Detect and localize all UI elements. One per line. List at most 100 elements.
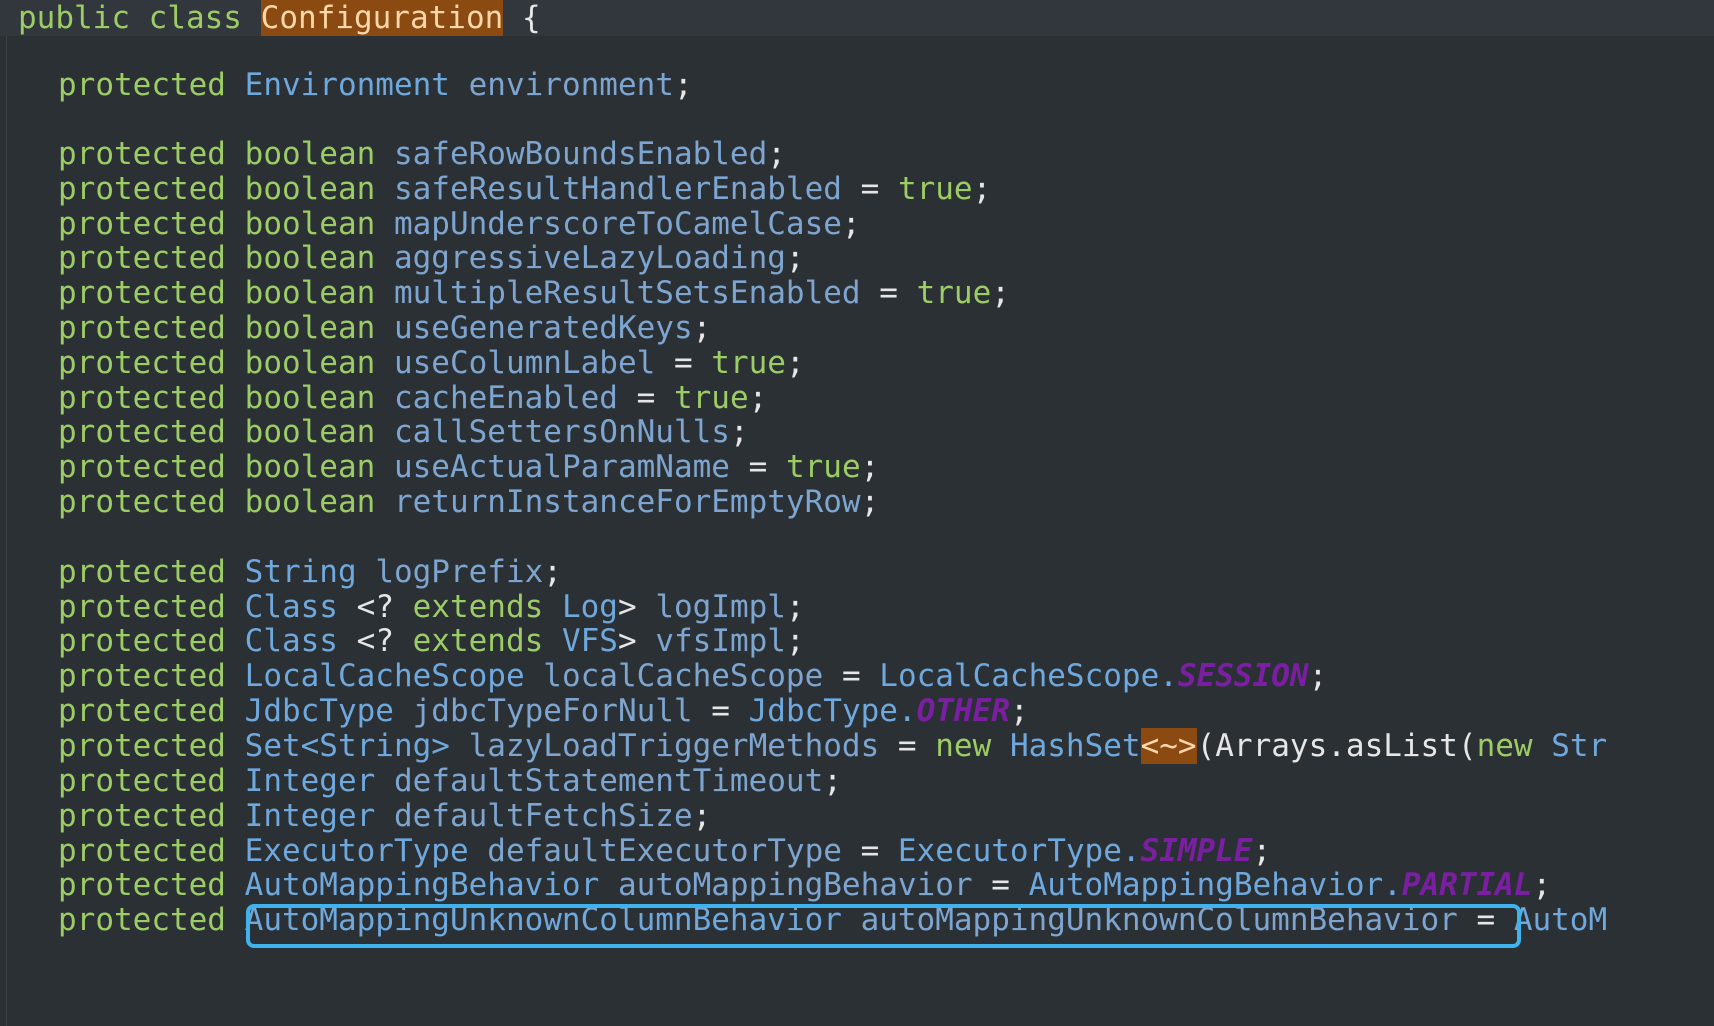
- keyword-protected: protected: [58, 833, 226, 869]
- type-name[interactable]: Environment: [245, 67, 450, 103]
- code-line-boolean-field[interactable]: protected boolean returnInstanceForEmpty…: [58, 483, 879, 521]
- field-name[interactable]: lazyLoadTriggerMethods: [469, 728, 880, 764]
- field-name[interactable]: safeRowBoundsEnabled: [394, 136, 767, 172]
- field-name[interactable]: returnInstanceForEmptyRow: [394, 484, 861, 520]
- keyword-boolean: boolean: [244, 345, 376, 381]
- code-line-boolean-field[interactable]: protected boolean safeRowBoundsEnabled;: [58, 135, 786, 173]
- semicolon: ;: [860, 449, 880, 485]
- qualifier[interactable]: ExecutorType.: [898, 833, 1141, 869]
- keyword-boolean: boolean: [244, 414, 376, 450]
- semicolon: ;: [785, 589, 805, 625]
- keyword-protected: protected: [58, 275, 226, 311]
- field-name[interactable]: cacheEnabled: [394, 380, 618, 416]
- type-name[interactable]: Set<String>: [245, 728, 450, 764]
- assign-operator: =: [879, 275, 898, 311]
- type-name[interactable]: AutoMappingBehavior: [245, 867, 600, 903]
- keyword-protected: protected: [58, 171, 226, 207]
- generic-close: >: [617, 623, 637, 659]
- keyword-protected: protected: [58, 867, 226, 903]
- field-name[interactable]: defaultExecutorType: [487, 833, 842, 869]
- keyword-protected: protected: [58, 658, 226, 694]
- enum-constant[interactable]: OTHER: [917, 693, 1010, 729]
- semicolon: ;: [991, 275, 1010, 311]
- keyword-protected: protected: [58, 484, 226, 520]
- field-name[interactable]: defaultStatementTimeout: [394, 763, 823, 799]
- field-name[interactable]: useColumnLabel: [394, 345, 655, 381]
- class-name[interactable]: Configuration: [260, 0, 504, 36]
- code-line-boolean-field[interactable]: protected boolean useActualParamName = t…: [58, 448, 879, 486]
- field-name[interactable]: mapUnderscoreToCamelCase: [394, 206, 842, 242]
- field-name[interactable]: jdbcTypeForNull: [413, 693, 693, 729]
- field-name[interactable]: safeResultHandlerEnabled: [394, 171, 842, 207]
- code-line-vfsimpl[interactable]: protected Class <? extends VFS> vfsImpl;: [58, 622, 805, 660]
- semicolon: ;: [692, 798, 712, 834]
- type-name[interactable]: JdbcType: [245, 693, 394, 729]
- keyword-boolean: boolean: [244, 449, 376, 485]
- code-line-boolean-field[interactable]: protected boolean useColumnLabel = true;: [58, 344, 805, 382]
- semicolon: ;: [692, 310, 712, 346]
- field-name[interactable]: logPrefix: [375, 554, 543, 590]
- code-line-lazyloadtriggermethods[interactable]: protected Set<String> lazyLoadTriggerMet…: [58, 727, 1607, 765]
- type-bound[interactable]: VFS: [562, 623, 618, 659]
- code-line-jdbctypefornull[interactable]: protected JdbcType jdbcTypeForNull = Jdb…: [58, 692, 1029, 730]
- field-name[interactable]: environment: [469, 67, 674, 103]
- code-line-boolean-field[interactable]: protected boolean cacheEnabled = true;: [58, 379, 767, 417]
- assign-operator: =: [897, 728, 917, 764]
- code-line-defaultfetchsize[interactable]: protected Integer defaultFetchSize;: [58, 797, 711, 835]
- type-name[interactable]: Integer: [245, 798, 376, 834]
- field-name[interactable]: autoMappingBehavior: [618, 867, 973, 903]
- code-line-boolean-field[interactable]: protected boolean mapUnderscoreToCamelCa…: [58, 205, 861, 243]
- call-args[interactable]: (Arrays.asList(: [1197, 728, 1477, 764]
- truncated-qualifier[interactable]: AutoM: [1514, 902, 1607, 938]
- semicolon: ;: [767, 136, 786, 172]
- field-name[interactable]: localCacheScope: [543, 658, 823, 694]
- code-line-environment[interactable]: protected Environment environment;: [58, 66, 693, 104]
- keyword-protected: protected: [58, 728, 226, 764]
- enum-constant[interactable]: SESSION: [1178, 658, 1309, 694]
- semicolon: ;: [860, 484, 880, 520]
- semicolon: ;: [841, 206, 861, 242]
- enum-constant[interactable]: PARTIAL: [1402, 867, 1533, 903]
- code-line-boolean-field[interactable]: protected boolean callSettersOnNulls;: [58, 413, 749, 451]
- truncated-type[interactable]: Str: [1551, 728, 1607, 764]
- code-line-defaultstatementtimeout[interactable]: protected Integer defaultStatementTimeou…: [58, 762, 842, 800]
- code-line-boolean-field[interactable]: protected boolean useGeneratedKeys;: [58, 309, 711, 347]
- field-name[interactable]: useActualParamName: [394, 449, 730, 485]
- type-bound[interactable]: Log: [562, 589, 618, 625]
- code-line-defaultexecutortype[interactable]: protected ExecutorType defaultExecutorTy…: [58, 832, 1271, 870]
- qualifier[interactable]: LocalCacheScope.: [879, 658, 1178, 694]
- code-line-automappingbehavior[interactable]: protected AutoMappingBehavior autoMappin…: [58, 866, 1551, 904]
- code-editor[interactable]: public class Configuration { protected E…: [0, 0, 1714, 1026]
- field-name[interactable]: logImpl: [655, 589, 786, 625]
- field-name[interactable]: callSettersOnNulls: [394, 414, 730, 450]
- constructor-name[interactable]: HashSet: [1010, 728, 1141, 764]
- enum-constant[interactable]: SIMPLE: [1141, 833, 1253, 869]
- type-name[interactable]: String: [245, 554, 357, 590]
- type-name[interactable]: Class: [245, 623, 338, 659]
- keyword-boolean: boolean: [244, 136, 376, 172]
- keyword-boolean: boolean: [244, 484, 376, 520]
- code-line-boolean-field[interactable]: protected boolean safeResultHandlerEnabl…: [58, 170, 991, 208]
- type-name[interactable]: LocalCacheScope: [245, 658, 525, 694]
- generic-close: >: [617, 589, 637, 625]
- field-name[interactable]: defaultFetchSize: [394, 798, 693, 834]
- type-name[interactable]: ExecutorType: [245, 833, 469, 869]
- code-line-logprefix[interactable]: protected String logPrefix;: [58, 553, 562, 591]
- field-name[interactable]: aggressiveLazyLoading: [394, 240, 786, 276]
- type-name[interactable]: Integer: [245, 763, 376, 799]
- highlight-box: [246, 904, 1521, 948]
- keyword-public: public: [18, 0, 130, 36]
- field-name[interactable]: multipleResultSetsEnabled: [394, 275, 861, 311]
- code-line-boolean-field[interactable]: protected boolean aggressiveLazyLoading;: [58, 239, 805, 277]
- diamond-operator[interactable]: <~>: [1140, 728, 1197, 764]
- semicolon: ;: [673, 67, 693, 103]
- qualifier[interactable]: JdbcType.: [749, 693, 917, 729]
- code-line-boolean-field[interactable]: protected boolean multipleResultSetsEnab…: [58, 274, 1010, 312]
- code-line-logimpl[interactable]: protected Class <? extends Log> logImpl;: [58, 588, 805, 626]
- field-name[interactable]: vfsImpl: [655, 623, 786, 659]
- code-line-localcachescope[interactable]: protected LocalCacheScope localCacheScop…: [58, 657, 1327, 695]
- qualifier[interactable]: AutoMappingBehavior.: [1029, 867, 1402, 903]
- code-line-class-declaration[interactable]: public class Configuration {: [18, 0, 541, 37]
- type-name[interactable]: Class: [245, 589, 338, 625]
- field-name[interactable]: useGeneratedKeys: [394, 310, 693, 346]
